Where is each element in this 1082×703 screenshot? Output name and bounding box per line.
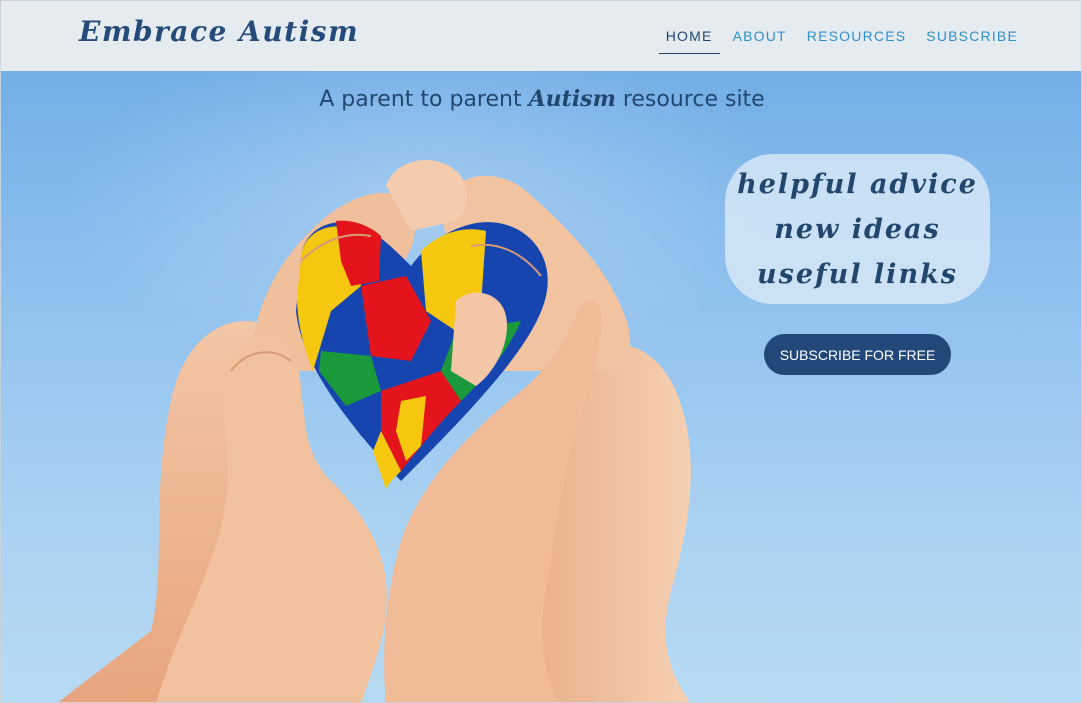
feature-line-advice: helpful advice xyxy=(737,169,978,200)
feature-line-ideas: new ideas xyxy=(774,214,941,245)
page: Embrace Autism HOME ABOUT RESOURCES SUBS… xyxy=(0,0,1082,703)
tagline-suffix: resource site xyxy=(615,87,765,112)
nav-about-link[interactable]: ABOUT xyxy=(726,25,794,54)
main-nav: HOME ABOUT RESOURCES SUBSCRIBE xyxy=(653,25,1025,54)
feature-line-links: useful links xyxy=(757,259,958,290)
nav-subscribe-link[interactable]: SUBSCRIBE xyxy=(919,25,1025,54)
site-logo[interactable]: Embrace Autism xyxy=(79,15,359,48)
nav-home-link[interactable]: HOME xyxy=(658,25,720,54)
tagline-emphasis: Autism xyxy=(528,86,616,112)
nav-resources-link[interactable]: RESOURCES xyxy=(800,25,913,54)
subscribe-button[interactable]: SUBSCRIBE FOR FREE xyxy=(764,334,951,375)
tagline-prefix: A parent to parent xyxy=(319,87,529,112)
hero-tagline: A parent to parent Autism resource site xyxy=(1,86,1081,112)
site-header: Embrace Autism HOME ABOUT RESOURCES SUBS… xyxy=(1,1,1081,71)
features-bubble: helpful advice new ideas useful links xyxy=(725,154,990,304)
hero-section: A parent to parent Autism resource site … xyxy=(1,71,1081,702)
